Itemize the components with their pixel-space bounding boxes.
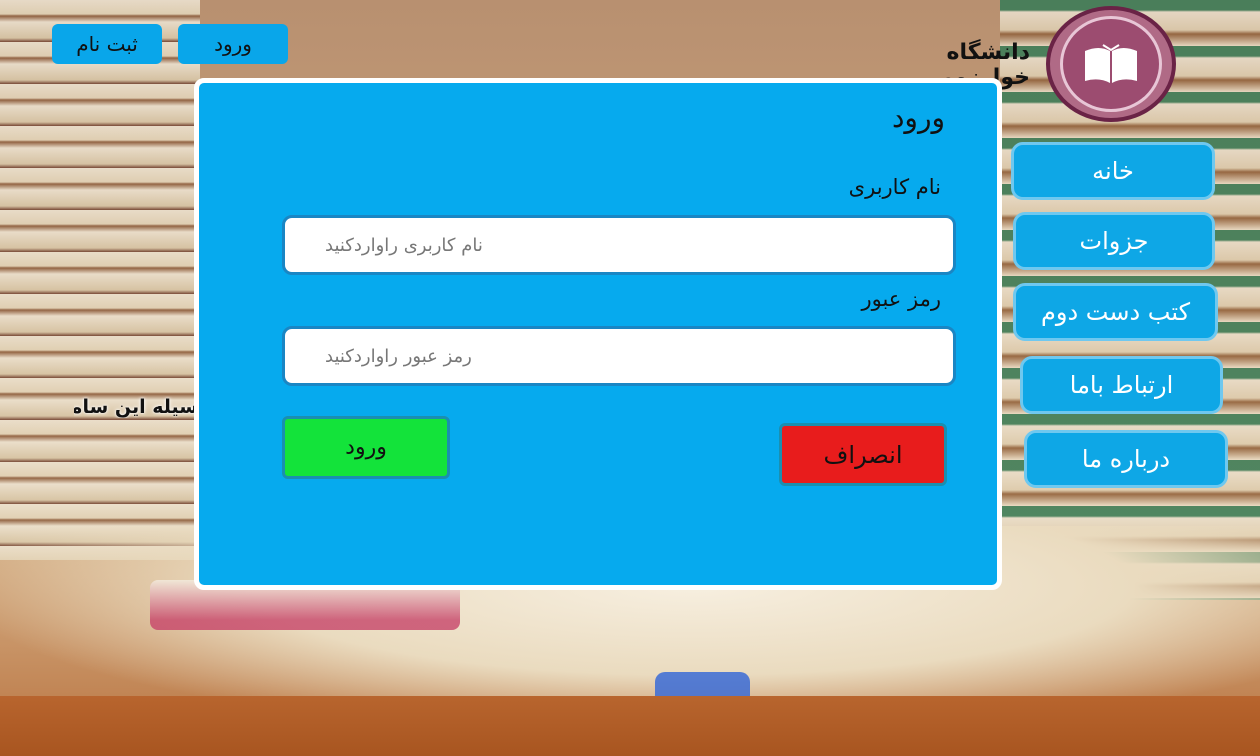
bookshelf-left (0, 0, 200, 560)
cancel-button[interactable]: انصراف (779, 423, 947, 486)
submit-button[interactable]: ورود (282, 416, 450, 479)
open-book-icon (1060, 16, 1162, 112)
menu-item-home[interactable]: خانه (1011, 142, 1215, 200)
university-logo[interactable] (1046, 6, 1176, 122)
marquee-text: سیله این سامانه (74, 396, 198, 418)
password-label: رمز عبور (861, 287, 941, 311)
login-modal: ورود نام کاربری رمز عبور ورود انصراف (194, 78, 1002, 590)
menu-item-notes[interactable]: جزوات (1013, 212, 1215, 270)
register-button[interactable]: ثبت نام (52, 24, 162, 64)
password-input[interactable] (282, 326, 956, 386)
modal-title: ورود (891, 101, 945, 134)
username-input[interactable] (282, 215, 956, 275)
menu-item-used-books[interactable]: کتب دست دوم (1013, 283, 1218, 341)
wooden-table (0, 696, 1260, 756)
login-top-button[interactable]: ورود (178, 24, 288, 64)
menu-item-contact[interactable]: ارتباط باما (1020, 356, 1223, 414)
menu-item-about[interactable]: درباره ما (1024, 430, 1228, 488)
username-label: نام کاربری (848, 175, 941, 199)
